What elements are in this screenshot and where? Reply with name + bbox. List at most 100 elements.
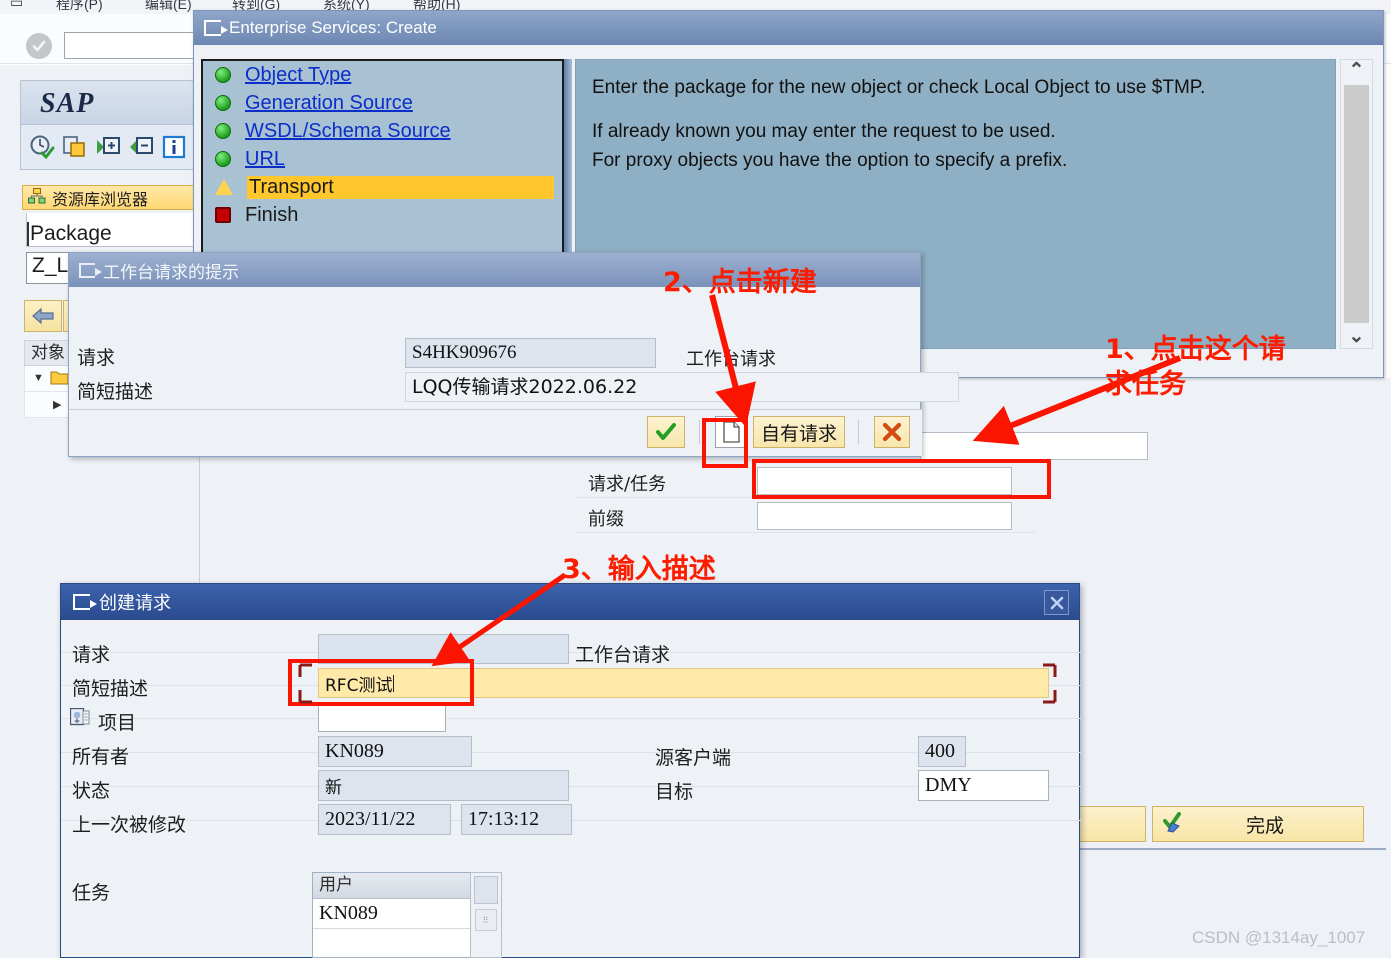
status-led-green-icon xyxy=(215,123,231,139)
repository-browser-button[interactable]: 资源库浏览器 xyxy=(22,185,194,210)
sap-logo: SAP xyxy=(40,88,95,119)
enterprise-services-title: Enterprise Services: Create xyxy=(229,18,437,37)
scrollbar-thumb[interactable] xyxy=(1344,85,1369,323)
package-value: Z_L xyxy=(32,254,69,277)
prompt-row-request: 请求 S4HK909676 工作台请求 xyxy=(69,336,922,370)
scroll-down-icon[interactable]: ⌄ xyxy=(1349,326,1365,348)
finish-button[interactable]: 完成 xyxy=(1152,806,1364,842)
info-icon[interactable] xyxy=(161,134,187,160)
prompt-description-label: 简短描述 xyxy=(77,381,154,403)
scrollbar-track[interactable] xyxy=(474,876,498,904)
wizard-step-finish[interactable]: Finish xyxy=(203,201,562,229)
prompt-request-input[interactable]: S4HK909676 xyxy=(405,338,656,368)
wizard-step-label[interactable]: URL xyxy=(245,148,285,171)
prompt-description-input[interactable]: LQQ传输请求2022.06.22 xyxy=(405,372,959,402)
annotation-box-description-field xyxy=(288,659,474,706)
menu-item-edit[interactable]: 编辑(E) xyxy=(145,0,192,14)
create-project-label: 项目 xyxy=(98,712,137,734)
wizard-step-transport[interactable]: Transport xyxy=(203,173,562,201)
finish-check-pencil-icon xyxy=(1163,811,1189,838)
folder-icon xyxy=(50,369,69,391)
status-led-green-icon xyxy=(215,151,231,167)
copy-object-icon[interactable] xyxy=(62,134,88,160)
prompt-dialog-title: 工作台请求的提示 xyxy=(103,262,239,283)
create-dialog-title: 创建请求 xyxy=(99,593,171,614)
expand-node-icon[interactable] xyxy=(95,134,121,160)
status-led-stop-icon xyxy=(215,207,231,223)
wizard-button-bar: 完成 xyxy=(1036,806,1386,844)
wizard-step-url[interactable]: URL xyxy=(203,145,562,173)
help-line-1: Enter the package for the new object or … xyxy=(592,77,1206,98)
wizard-step-label[interactable]: Generation Source xyxy=(245,92,413,115)
project-icon xyxy=(69,707,90,732)
create-status-value: 新 xyxy=(318,770,569,801)
check-object-icon[interactable] xyxy=(29,134,55,160)
create-request-label: 请求 xyxy=(72,644,111,666)
watermark: CSDN @1314ay_1007 xyxy=(1192,928,1366,947)
package-label: Package xyxy=(30,222,112,245)
window-icon xyxy=(79,262,102,278)
wizard-step-object-type[interactable]: Object Type xyxy=(203,61,562,89)
create-lastmodified-label: 上一次被修改 xyxy=(72,814,187,836)
prompt-request-note: 工作台请求 xyxy=(686,349,776,370)
create-description-label: 简短描述 xyxy=(72,678,149,700)
wizard-step-label[interactable]: Transport xyxy=(247,175,554,199)
help-line-3: If already known you may enter the reque… xyxy=(592,120,1056,142)
enter-ok-icon[interactable] xyxy=(26,33,52,59)
menu-item-program[interactable]: 程序(P) xyxy=(56,0,103,14)
scroll-up-icon[interactable]: ⌃ xyxy=(1349,60,1365,82)
chevron-down-icon[interactable]: ▼ xyxy=(33,372,44,384)
create-owner-input[interactable]: KN089 xyxy=(318,736,472,767)
chevron-right-icon[interactable]: ▶ xyxy=(53,398,61,411)
package-caret xyxy=(27,222,29,246)
close-icon[interactable] xyxy=(1044,590,1069,615)
confirm-button[interactable] xyxy=(647,416,685,448)
create-target-label: 目标 xyxy=(655,781,694,803)
wizard-step-label[interactable]: WSDL/Schema Source xyxy=(245,120,451,143)
request-task-background-input[interactable] xyxy=(920,432,1148,460)
request-task-label: 请求/任务 xyxy=(588,474,667,495)
create-lastmodified-date: 2023/11/22 xyxy=(318,804,451,835)
annotation-text-2: 2、点击新建 xyxy=(663,267,817,298)
prefix-label: 前缀 xyxy=(588,509,624,530)
create-status-label: 状态 xyxy=(72,780,111,802)
annotation-box-new-button xyxy=(702,418,748,468)
screen: ▭ 程序(P) 编辑(E) 转到(G) 系统(Y) 帮助(H) SAP 资源库浏… xyxy=(0,0,1391,958)
sidebar-icon-toolbar xyxy=(20,124,214,170)
help-pane-scrollbar[interactable]: ⌃ ⌄ xyxy=(1340,59,1373,349)
create-lastmodified-time: 17:13:12 xyxy=(461,804,572,835)
repository-tree-icon xyxy=(28,187,46,208)
cancel-button[interactable] xyxy=(874,416,910,448)
create-dialog-titlebar: 创建请求 xyxy=(61,584,1079,620)
help-line-4: For proxy objects you have the option to… xyxy=(592,150,1068,172)
create-task-label: 任务 xyxy=(72,882,111,904)
wizard-step-label[interactable]: Finish xyxy=(245,204,298,227)
annotation-text-3: 3、输入描述 xyxy=(562,554,716,585)
wizard-step-wsdl-schema-source[interactable]: WSDL/Schema Source xyxy=(203,117,562,145)
annotation-box-request-task-field xyxy=(752,459,1051,499)
repository-browser-label: 资源库浏览器 xyxy=(52,189,149,209)
wizard-step-generation-source[interactable]: Generation Source xyxy=(203,89,562,117)
own-request-label: 自有请求 xyxy=(760,422,837,445)
own-request-button[interactable]: 自有请求 xyxy=(753,416,845,448)
status-led-warning-icon xyxy=(215,179,233,195)
annotation-text-1: 1、点击这个请 求任务 xyxy=(1105,334,1286,401)
enterprise-services-titlebar: Enterprise Services: Create xyxy=(194,11,1383,45)
create-project-input[interactable] xyxy=(318,702,446,732)
finish-button-label: 完成 xyxy=(1245,814,1284,837)
back-button[interactable] xyxy=(24,300,62,332)
menu-item-window-icon[interactable]: ▭ xyxy=(10,0,23,11)
prompt-dialog-buttonbar: 自有请求 xyxy=(69,409,922,456)
wizard-step-label[interactable]: Object Type xyxy=(245,64,351,87)
task-table-scrollbar[interactable]: ⠿ xyxy=(470,872,502,958)
prefix-input[interactable] xyxy=(757,502,1012,530)
collapse-node-icon[interactable] xyxy=(128,134,154,160)
resize-grip-icon[interactable]: ⠿ xyxy=(475,909,497,931)
create-source-client-label: 源客户端 xyxy=(655,747,732,769)
status-led-green-icon xyxy=(215,95,231,111)
create-request-note: 工作台请求 xyxy=(575,644,671,666)
create-source-client-input[interactable]: 400 xyxy=(918,736,966,767)
create-owner-label: 所有者 xyxy=(72,746,130,768)
form-row-prefix: 前缀 xyxy=(575,498,1035,533)
create-target-input[interactable]: DMY xyxy=(918,770,1049,801)
